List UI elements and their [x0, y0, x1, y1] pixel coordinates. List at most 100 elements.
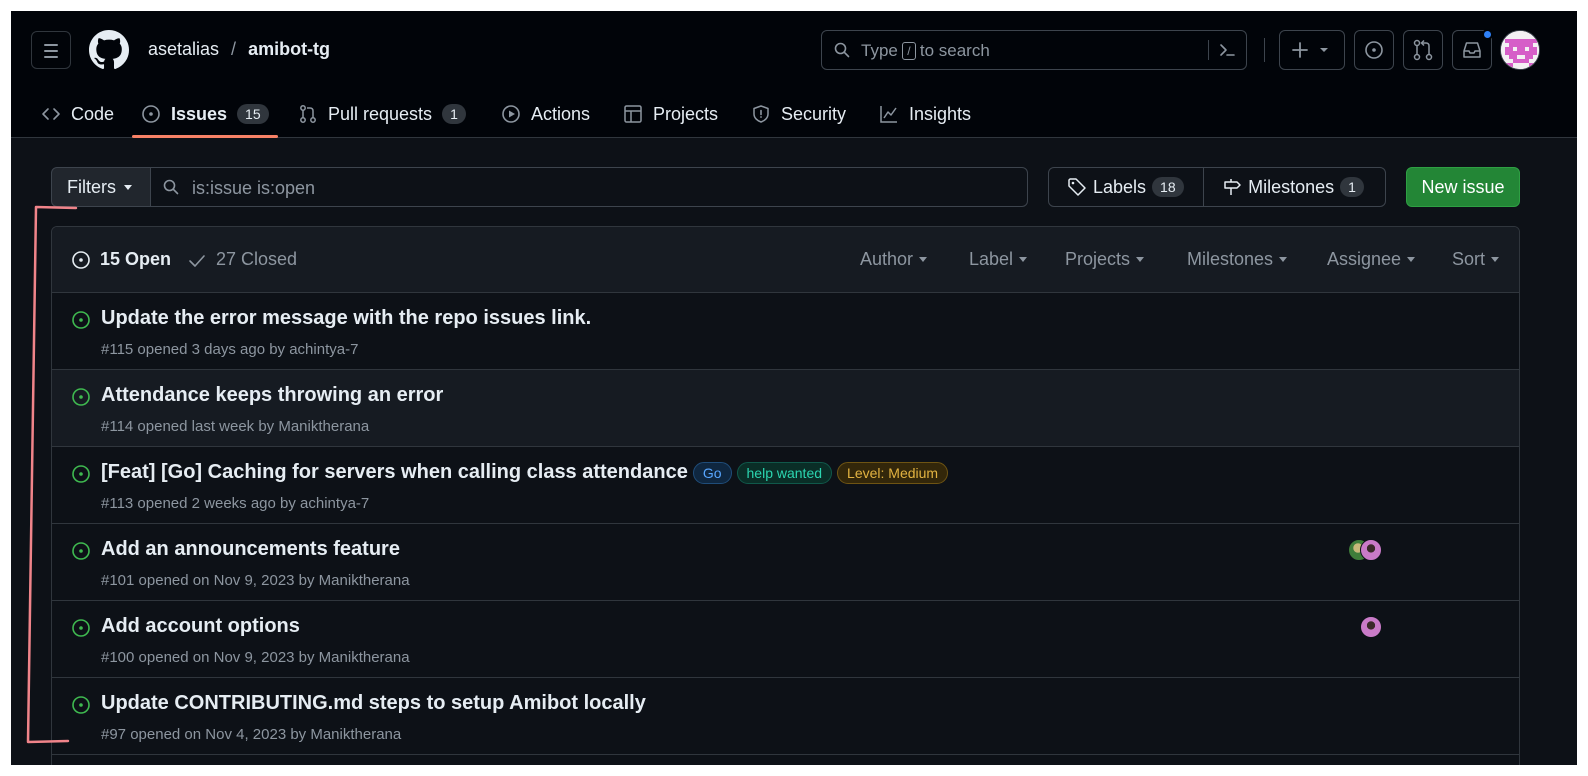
- issue-opened-icon: [72, 250, 90, 269]
- chevron-down-icon: [1279, 257, 1288, 262]
- assignee-filter-label: Assignee: [1327, 249, 1402, 269]
- search-placeholder-after: to search: [919, 41, 990, 60]
- closed-issues-toggle[interactable]: 27 Closed: [187, 249, 297, 270]
- browser-viewport: asetalias / amibot-tg Type / to search C…: [11, 11, 1577, 765]
- issue-search-input[interactable]: is:issue is:open: [150, 167, 1028, 207]
- label-filter-label: Label: [969, 249, 1014, 269]
- issue-title-row: Attendance keeps throwing an error: [101, 384, 443, 407]
- issue-title-link[interactable]: Update CONTRIBUTING.md steps to setup Am…: [101, 692, 646, 715]
- filters-label: Filters: [67, 176, 116, 197]
- author-filter[interactable]: Author: [860, 249, 928, 270]
- issue-row[interactable]: Update CONTRIBUTING.md steps to setup Am…: [52, 678, 1519, 755]
- chevron-down-icon: [919, 257, 928, 262]
- assignee-avatar[interactable]: [1360, 539, 1382, 561]
- labels-milestones-group: Labels 18 Milestones 1: [1048, 167, 1386, 207]
- search-placeholder: Type / to search: [861, 41, 990, 61]
- search-input[interactable]: Type / to search: [821, 30, 1247, 70]
- create-new-button[interactable]: [1279, 30, 1345, 70]
- sort-filter-label: Sort: [1452, 249, 1486, 269]
- issue-title-link[interactable]: Add account options: [101, 615, 300, 638]
- issue-title-link[interactable]: Attendance keeps throwing an error: [101, 384, 443, 407]
- tab-projects-label: Projects: [653, 103, 719, 124]
- milestones-filter[interactable]: Milestones: [1187, 249, 1288, 270]
- issue-opened-icon: [72, 388, 90, 406]
- label-filter[interactable]: Label: [969, 249, 1028, 270]
- notification-indicator: [1482, 29, 1493, 40]
- assignee-filter[interactable]: Assignee: [1327, 249, 1416, 270]
- labels-count: 18: [1152, 177, 1184, 197]
- issue-row[interactable]: Add an announcements feature #101 opened…: [52, 524, 1519, 601]
- milestones-count: 1: [1340, 177, 1364, 197]
- chevron-down-icon: [1136, 257, 1145, 262]
- git-pull-request-icon: [1413, 39, 1433, 61]
- issue-row[interactable]: [Feat] [Go] Caching for servers when cal…: [52, 447, 1519, 524]
- table-icon: [624, 105, 642, 123]
- breadcrumb: asetalias / amibot-tg: [148, 39, 330, 60]
- issue-row[interactable]: Add account options #100 opened on Nov 9…: [52, 601, 1519, 678]
- repo-owner-link[interactable]: asetalias: [148, 39, 219, 60]
- plus-icon: [1292, 42, 1328, 58]
- tab-code[interactable]: Code: [41, 91, 114, 137]
- shield-icon: [753, 105, 769, 123]
- issue-title-row: Add account options: [101, 615, 300, 638]
- graph-icon: [880, 106, 897, 123]
- check-icon: [189, 254, 205, 267]
- issues-list-header: 15 Open 27 Closed Author Label Projects …: [52, 227, 1519, 293]
- label-help-wanted[interactable]: help wanted: [736, 461, 833, 484]
- repo-name-link[interactable]: amibot-tg: [248, 39, 330, 60]
- issue-meta: #100 opened on Nov 9, 2023 by Manikthera…: [101, 649, 410, 666]
- issue-opened-icon: [72, 696, 90, 714]
- issue-opened-icon: [72, 542, 90, 560]
- new-issue-button[interactable]: New issue: [1406, 167, 1520, 207]
- git-pull-request-icon: [300, 105, 316, 123]
- issue-title-row: Update the error message with the repo i…: [101, 307, 591, 330]
- filters-button[interactable]: Filters: [51, 167, 151, 207]
- open-issues-label: 15 Open: [100, 249, 172, 269]
- selected-tab-indicator: [132, 135, 278, 138]
- user-avatar[interactable]: [1500, 30, 1540, 70]
- identicon-icon: [1501, 31, 1539, 69]
- search-icon: [163, 179, 179, 195]
- search-icon: [834, 42, 850, 58]
- issue-opened-icon: [1365, 41, 1383, 59]
- issue-opened-icon: [72, 311, 90, 329]
- command-palette-icon[interactable]: [1218, 41, 1236, 59]
- milestone-icon: [1224, 179, 1241, 195]
- issue-title-row: Update CONTRIBUTING.md steps to setup Am…: [101, 692, 646, 715]
- tab-code-label: Code: [71, 103, 115, 124]
- github-logo-icon[interactable]: [89, 30, 129, 70]
- pull-requests-button[interactable]: [1403, 30, 1443, 70]
- issue-title-link[interactable]: Add an announcements feature: [101, 538, 400, 561]
- app-header: asetalias / amibot-tg Type / to search C…: [11, 11, 1577, 138]
- issue-row[interactable]: Attendance keeps throwing an error #114 …: [52, 370, 1519, 447]
- tab-actions-label: Actions: [531, 103, 591, 124]
- issue-opened-icon: [72, 619, 90, 637]
- tab-pull-requests-count: 1: [442, 104, 466, 124]
- label-go[interactable]: Go: [692, 461, 732, 484]
- menu-line: [44, 50, 58, 52]
- issues-list: 15 Open 27 Closed Author Label Projects …: [51, 226, 1520, 765]
- tab-issues[interactable]: Issues 15: [141, 91, 269, 137]
- tab-insights[interactable]: Insights: [879, 91, 971, 137]
- tab-pull-requests[interactable]: Pull requests 1: [298, 91, 466, 137]
- labels-button[interactable]: Labels 18: [1049, 168, 1205, 206]
- issues-button[interactable]: [1354, 30, 1394, 70]
- open-issues-toggle[interactable]: 15 Open: [71, 249, 171, 270]
- issue-meta: #113 opened 2 weeks ago by achintya-7: [101, 495, 370, 512]
- issue-title-row: [Feat] [Go] Caching for servers when cal…: [101, 461, 949, 484]
- tab-insights-label: Insights: [909, 103, 972, 124]
- tab-actions[interactable]: Actions: [501, 91, 590, 137]
- issue-title-link[interactable]: [Feat] [Go] Caching for servers when cal…: [101, 461, 688, 484]
- milestones-button[interactable]: Milestones 1: [1204, 168, 1385, 206]
- milestones-filter-label: Milestones: [1187, 249, 1274, 269]
- tab-security[interactable]: Security: [751, 91, 846, 137]
- menu-button[interactable]: [31, 31, 71, 69]
- tab-projects[interactable]: Projects: [623, 91, 718, 137]
- label-level-medium[interactable]: Level: Medium: [837, 461, 949, 484]
- issue-row[interactable]: Update the error message with the repo i…: [52, 293, 1519, 370]
- assignee-avatar[interactable]: [1360, 616, 1382, 638]
- sort-filter[interactable]: Sort: [1452, 249, 1500, 270]
- projects-filter[interactable]: Projects: [1065, 249, 1145, 270]
- breadcrumb-separator: /: [231, 39, 237, 59]
- issue-title-link[interactable]: Update the error message with the repo i…: [101, 307, 591, 330]
